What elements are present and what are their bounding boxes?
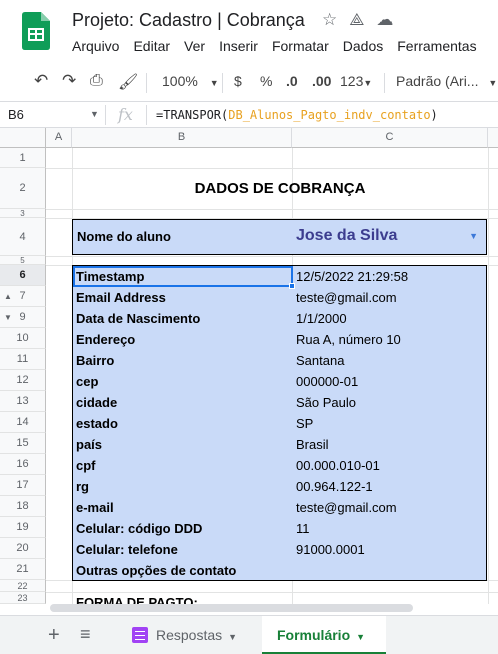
- zoom-caret-icon: ▼: [209, 78, 219, 88]
- table-row[interactable]: Outras opções de contato: [73, 560, 488, 581]
- sheets-logo-icon[interactable]: [22, 12, 50, 50]
- sheet-tab-bar: + ≡ Respostas ▼ Formulário ▼: [0, 615, 498, 654]
- name-box[interactable]: B6: [8, 107, 24, 122]
- font-caret-icon: ▼: [488, 78, 498, 88]
- title-bar: Projeto: Cadastro | Cobrança ☆ ⟁ ☁ Arqui…: [0, 0, 498, 64]
- table-row[interactable]: Celular: telefone 91000.0001: [73, 539, 488, 560]
- table-row[interactable]: Email Address teste@gmail.com: [73, 287, 488, 308]
- table-row[interactable]: Data de Nascimento 1/1/2000: [73, 308, 488, 329]
- menu-arquivo[interactable]: Arquivo: [72, 38, 119, 54]
- row-header[interactable]: 2: [0, 168, 46, 209]
- formula-bar: B6 ▼ fx =TRANSPOR(DB_Alunos_Pagto_indv_c…: [0, 102, 498, 128]
- row-header[interactable]: 4: [0, 218, 46, 256]
- billing-data-table: Timestamp 12/5/2022 21:29:58 Email Addres…: [72, 265, 487, 581]
- document-title[interactable]: Projeto: Cadastro | Cobrança: [72, 10, 305, 31]
- row-header[interactable]: 18: [0, 496, 46, 517]
- expand-rows-icon[interactable]: ▲: [4, 286, 12, 307]
- column-header-c[interactable]: C: [292, 128, 488, 148]
- row-header[interactable]: 23: [0, 592, 46, 604]
- table-row[interactable]: Bairro Santana: [73, 350, 488, 371]
- table-row[interactable]: Celular: código DDD 11: [73, 518, 488, 539]
- row-header[interactable]: 20: [0, 538, 46, 559]
- table-row[interactable]: cpf 00.000.010-01: [73, 455, 488, 476]
- undo-icon[interactable]: ↶: [34, 71, 48, 91]
- row-header[interactable]: ▼ 9: [0, 307, 46, 328]
- table-row[interactable]: país Brasil: [73, 434, 488, 455]
- zoom-select[interactable]: 100% ▼: [162, 73, 219, 89]
- increase-decimal-button[interactable]: .00: [312, 73, 331, 89]
- menu-dados[interactable]: Dados: [343, 38, 383, 54]
- tab-formulario[interactable]: Formulário ▼: [262, 616, 386, 654]
- tab-respostas[interactable]: Respostas ▼: [118, 616, 258, 654]
- row-header[interactable]: 12: [0, 370, 46, 391]
- selected-cell-b6[interactable]: [73, 266, 293, 287]
- menu-ferramentas[interactable]: Ferramentas: [397, 38, 476, 54]
- row-header[interactable]: 13: [0, 391, 46, 412]
- select-all-corner[interactable]: [0, 128, 46, 148]
- row-header[interactable]: 11: [0, 349, 46, 370]
- move-to-drive-icon[interactable]: ⟁: [349, 11, 364, 29]
- fx-icon: fx: [118, 105, 133, 124]
- number-format-button[interactable]: 123▼: [340, 73, 372, 89]
- table-row[interactable]: Timestamp 12/5/2022 21:29:58: [73, 266, 488, 289]
- table-row[interactable]: Endereço Rua A, número 10: [73, 329, 488, 350]
- row-header[interactable]: 19: [0, 517, 46, 538]
- star-icon[interactable]: ☆: [322, 11, 337, 29]
- menu-formatar[interactable]: Formatar: [272, 38, 329, 54]
- add-sheet-button[interactable]: +: [48, 624, 60, 647]
- column-header-b[interactable]: B: [72, 128, 292, 148]
- menu-ver[interactable]: Ver: [184, 38, 205, 54]
- dropdown-caret-icon[interactable]: ▼: [469, 231, 478, 241]
- table-row[interactable]: cidade São Paulo: [73, 392, 488, 413]
- row-header[interactable]: 1: [0, 148, 46, 168]
- student-name-dropdown[interactable]: Jose da Silva: [296, 227, 397, 245]
- row-header[interactable]: 16: [0, 454, 46, 475]
- cloud-status-icon[interactable]: ☁: [376, 11, 393, 29]
- row-header[interactable]: 22: [0, 580, 46, 592]
- font-select[interactable]: Padrão (Ari... ▼: [396, 73, 497, 89]
- form-responses-icon: [132, 627, 148, 643]
- row-header[interactable]: 10: [0, 328, 46, 349]
- all-sheets-icon[interactable]: ≡: [80, 624, 91, 645]
- redo-icon[interactable]: ↷: [62, 71, 76, 91]
- row-header[interactable]: 15: [0, 433, 46, 454]
- student-name-label: Nome do aluno: [77, 229, 171, 244]
- tab-caret-icon[interactable]: ▼: [228, 632, 237, 642]
- currency-format-button[interactable]: $: [234, 73, 242, 89]
- percent-format-button[interactable]: %: [260, 73, 272, 89]
- table-row[interactable]: rg 00.964.122-1: [73, 476, 488, 497]
- table-row[interactable]: e-mail teste@gmail.com: [73, 497, 488, 518]
- name-box-caret-icon[interactable]: ▼: [90, 109, 99, 119]
- row-header[interactable]: 21: [0, 559, 46, 580]
- table-row[interactable]: cep 000000-01: [73, 371, 488, 392]
- horizontal-scrollbar[interactable]: [50, 604, 413, 612]
- table-row[interactable]: estado SP: [73, 413, 488, 434]
- paint-format-icon[interactable]: 🖌: [118, 72, 138, 92]
- decrease-decimal-button[interactable]: .0: [286, 73, 298, 89]
- number-format-caret-icon: ▼: [363, 78, 373, 88]
- student-name-row[interactable]: Nome do aluno Jose da Silva ▼: [72, 219, 487, 255]
- toolbar: ↶ ↷ ⎙ 🖌 100% ▼ $ % .0 .00 123▼ Padrão (A…: [0, 64, 498, 102]
- menu-bar: Arquivo Editar Ver Inserir Formatar Dado…: [72, 38, 491, 54]
- row-header[interactable]: 5: [0, 256, 46, 265]
- print-icon[interactable]: ⎙: [90, 72, 103, 90]
- tab-caret-icon[interactable]: ▼: [356, 632, 365, 642]
- formula-input[interactable]: =TRANSPOR(DB_Alunos_Pagto_indv_contato): [156, 108, 438, 122]
- menu-editar[interactable]: Editar: [133, 38, 170, 54]
- row-header[interactable]: 14: [0, 412, 46, 433]
- menu-inserir[interactable]: Inserir: [219, 38, 258, 54]
- row-header[interactable]: ▲ 7: [0, 286, 46, 307]
- row-header[interactable]: 6: [0, 265, 46, 286]
- sheet-heading: DADOS DE COBRANÇA: [194, 180, 366, 197]
- row-header[interactable]: 17: [0, 475, 46, 496]
- row-header[interactable]: 3: [0, 209, 46, 218]
- collapse-rows-icon[interactable]: ▼: [4, 307, 12, 328]
- column-header-a[interactable]: A: [46, 128, 72, 148]
